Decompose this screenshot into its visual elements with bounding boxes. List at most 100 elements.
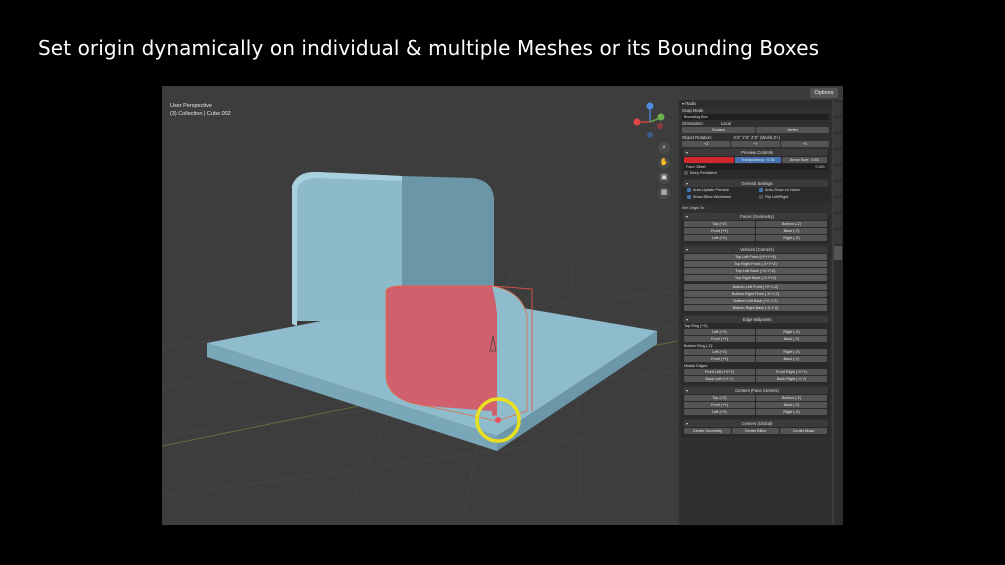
vertex-top-left-front-button[interactable]: Top Left Front (+X+Y+Z) (684, 254, 827, 260)
edge-top-right-button[interactable]: Right (-X) (756, 329, 827, 335)
vertices-header[interactable]: ▾ Vertices (Corners) (683, 246, 828, 253)
zoom-icon[interactable]: ⌕ (658, 142, 670, 154)
edge-back-left-button[interactable]: Back Left (+X-Y) (684, 376, 755, 382)
vertex-bottom-left-front-button[interactable]: Bottom Left Front (+X+Y-Z) (684, 284, 827, 290)
navigation-gizmo[interactable] (632, 102, 668, 142)
object-rotation-value: X:0° Y:0° Z:0° (World Z+) (733, 135, 780, 140)
faces-title: Faces (Geometry) (740, 214, 774, 219)
sidebar-tab[interactable] (834, 118, 842, 132)
edge-bottom-back-button[interactable]: Back (-Y) (756, 356, 827, 362)
show-bbox-toggle[interactable]: Show BBox Wireframe (684, 194, 755, 200)
edge-front-left-button[interactable]: Front Left (+X+Y) (684, 369, 755, 375)
blender-window: User Perspective (3) Collection | Cube.0… (162, 86, 843, 525)
sidebar-tab[interactable] (834, 214, 842, 228)
options-button[interactable]: Options (810, 88, 838, 98)
centers-header[interactable]: ▾ Centers (Face Centers) (683, 387, 828, 394)
center-back-button[interactable]: Back (-Y) (756, 402, 827, 408)
keep-persistent-row[interactable]: Keep Persistent (681, 170, 830, 176)
global-title: Centers (Global) (741, 421, 773, 426)
edge-top-back-button[interactable]: Back (-Y) (756, 336, 827, 342)
face-bottom-button[interactable]: Bottom (-Z) (756, 221, 827, 227)
faces-header[interactable]: ▾ Faces (Geometry) (683, 213, 828, 220)
camera-icon[interactable]: ▣ (658, 172, 670, 184)
center-left-button[interactable]: Left (+X) (684, 409, 755, 415)
flip-checkbox[interactable] (759, 195, 763, 199)
center-front-button[interactable]: Front (+Y) (684, 402, 755, 408)
faces-row-2: Front (+Y) Back (-Y) (684, 228, 827, 234)
vertex-bottom-left-back-button[interactable]: Bottom Left Back (+X-Y-Z) (684, 298, 827, 304)
transparency-slider[interactable]: Transparency : 0.35 (735, 157, 781, 163)
edge-bottom-right-button[interactable]: Right (-X) (756, 349, 827, 355)
sidebar-tab[interactable] (834, 198, 842, 212)
center-bbox-button[interactable]: Center BBox (732, 428, 779, 434)
face-top-button[interactable]: Top (+Z) (684, 221, 755, 227)
auto-show-checkbox[interactable] (759, 188, 763, 192)
edge-top-left-button[interactable]: Left (+X) (684, 329, 755, 335)
centers-section: ▾ Centers (Face Centers) Top (+Z) Bottom (… (681, 387, 830, 418)
rotate-y-button[interactable]: +Y (731, 141, 780, 147)
preview-controls-header[interactable]: ▾ Preview Controls (683, 149, 828, 156)
center-bottom-button[interactable]: Bottom (-Z) (756, 395, 827, 401)
top-ring-row-2: Front (+Y) Back (-Y) (684, 336, 827, 342)
vertex-top-right-back-button[interactable]: Top Right Back (-X-Y+Z) (684, 275, 827, 281)
object-rotation-label: Object Rotation: (682, 135, 713, 140)
rotation-buttons: +Z +Y +X (682, 141, 829, 147)
face-right-button[interactable]: Right (-X) (756, 235, 827, 241)
edge-top-front-button[interactable]: Front (+Y) (684, 336, 755, 342)
sidebar-tab[interactable] (834, 230, 842, 244)
vertex-button[interactable]: Vertex (756, 127, 829, 133)
sidebar-tab[interactable] (834, 134, 842, 148)
center-mass-button[interactable]: Center Mass (780, 428, 827, 434)
show-bbox-checkbox[interactable] (687, 195, 691, 199)
face-front-button[interactable]: Front (+Y) (684, 228, 755, 234)
preview-color-swatch[interactable] (684, 157, 735, 163)
global-header[interactable]: ▾ Centers (Global) (683, 420, 828, 427)
grid-view-icon[interactable]: ▦ (658, 187, 670, 199)
rotate-x-button[interactable]: +X (780, 141, 829, 147)
sidebar-tab[interactable] (834, 166, 842, 180)
vertex-top-right-front-button[interactable]: Top Right Front (-X+Y+Z) (684, 261, 827, 267)
auto-show-toggle[interactable]: Auto-Show on Hover (756, 187, 827, 193)
centers-row-2: Front (+Y) Back (-Y) (684, 402, 827, 408)
sidebar-tab-active[interactable] (834, 246, 842, 260)
preview-sliders: Transparency : 0.35 Arrow Size : 0.45 (684, 157, 827, 163)
surface-button[interactable]: Surface (682, 127, 755, 133)
3d-viewport[interactable]: User Perspective (3) Collection | Cube.0… (162, 86, 677, 525)
orientation-label: Orientation: (682, 121, 704, 126)
rotate-z-button[interactable]: +Z (682, 141, 731, 147)
collection-label: (3) Collection | Cube.002 (170, 111, 231, 117)
edges-header[interactable]: ▾ Edge Midpoints (683, 316, 828, 323)
pan-hand-icon[interactable]: ✋ (658, 157, 670, 169)
preview-controls-section: ▾ Preview Controls Transparency : 0.35 Ar… (681, 149, 830, 178)
panel-header[interactable]: ▾ Radix (679, 100, 832, 107)
flip-toggle[interactable]: Flip Left/Right (756, 194, 827, 200)
face-left-button[interactable]: Left (+X) (684, 235, 755, 241)
center-top-button[interactable]: Top (+Z) (684, 395, 755, 401)
general-settings-row1: Auto-Update Preview Auto-Show on Hover (684, 187, 827, 193)
vertex-top-left-back-button[interactable]: Top Left Back (+X-Y+Z) (684, 268, 827, 274)
auto-update-checkbox[interactable] (687, 188, 691, 192)
edge-back-right-button[interactable]: Back Right (-X-Y) (756, 376, 827, 382)
flip-label: Flip Left/Right (765, 195, 789, 199)
sidebar-tab[interactable] (834, 182, 842, 196)
panel-title: Radix (685, 101, 696, 106)
center-geometry-button[interactable]: Center Geometry (684, 428, 731, 434)
set-origin-label: Set Origin To: (682, 206, 705, 210)
edge-bottom-left-button[interactable]: Left (+X) (684, 349, 755, 355)
edges-title: Edge Midpoints (742, 317, 772, 322)
keep-persistent-checkbox[interactable] (684, 171, 688, 175)
edge-bottom-front-button[interactable]: Front (+Y) (684, 356, 755, 362)
sidebar-tab[interactable] (834, 150, 842, 164)
vertex-bottom-right-back-button[interactable]: Bottom Right Back (-X-Y-Z) (684, 305, 827, 311)
center-right-button[interactable]: Right (-X) (756, 409, 827, 415)
auto-update-toggle[interactable]: Auto-Update Preview (684, 187, 755, 193)
bottom-ring-row-2: Front (+Y) Back (-Y) (684, 356, 827, 362)
faces-row-1: Top (+Z) Bottom (-Z) (684, 221, 827, 227)
general-settings-header[interactable]: ▾ General Settings (683, 180, 828, 187)
face-back-button[interactable]: Back (-Y) (756, 228, 827, 234)
sidebar-tab[interactable] (834, 102, 842, 116)
vertex-bottom-right-front-button[interactable]: Bottom Right Front (-X+Y-Z) (684, 291, 827, 297)
edge-front-right-button[interactable]: Front Right (-X+Y) (756, 369, 827, 375)
orientation-select[interactable]: Local (721, 121, 731, 126)
arrow-size-slider[interactable]: Arrow Size : 0.45 (781, 157, 827, 163)
